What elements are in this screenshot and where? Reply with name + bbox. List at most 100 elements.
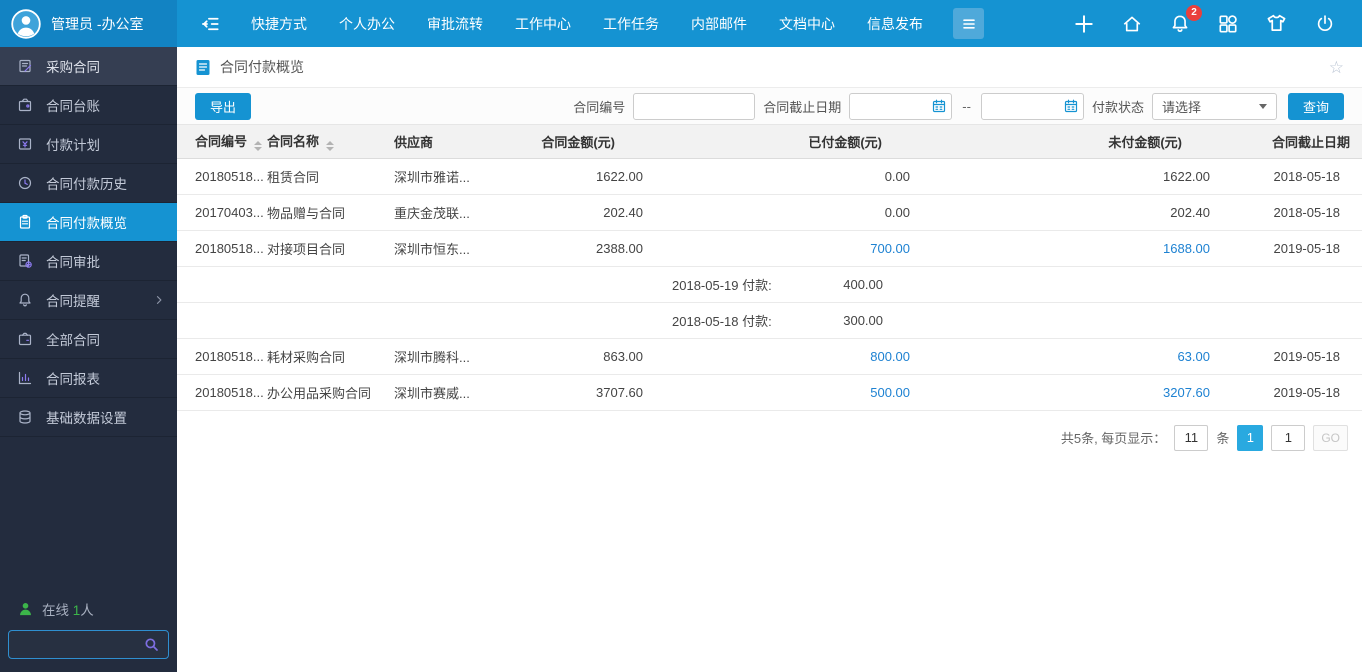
contract-no-input[interactable] — [633, 92, 756, 120]
topnav-item-7[interactable]: 信息发布 — [851, 14, 939, 34]
amount-link[interactable]: 3207.60 — [1163, 385, 1210, 400]
filters: 合同编号 合同截止日期 -- 付款状态 请选择 查询 — [573, 92, 1344, 120]
contract-no-label: 合同编号 — [573, 99, 626, 115]
sort-icon[interactable] — [326, 141, 335, 152]
topnav-item-5[interactable]: 内部邮件 — [675, 14, 763, 34]
online-label: 在线 1人 — [42, 603, 94, 618]
sidebar: 采购合同 合同台账 付款计划合同付款历史合同付款概览合同审批合同提醒 全部合同 合同报表… — [0, 47, 177, 672]
cell-deadline: 2019-05-18 — [1210, 230, 1362, 267]
cell-deadline: 2018-05-18 — [1210, 158, 1362, 195]
payment-detail-row: 2018-05-18 付款: 300.00 — [177, 302, 1362, 339]
clock-icon — [17, 175, 33, 191]
deadline-to-field — [980, 92, 1084, 120]
topnav-item-3[interactable]: 工作中心 — [499, 14, 587, 34]
amount-link[interactable]: 63.00 — [1177, 349, 1210, 364]
amount-link[interactable]: 1688.00 — [1163, 241, 1210, 256]
topnav-item-6[interactable]: 文档中心 — [763, 14, 851, 34]
sidebar-menu: 采购合同 合同台账 付款计划合同付款历史合同付款概览合同审批合同提醒 全部合同 合同报表… — [0, 47, 177, 437]
sidebar-item-9[interactable]: 基础数据设置 — [0, 398, 177, 437]
chevron-down-icon — [1258, 103, 1267, 109]
cell-contract-no: 20170403... — [177, 194, 267, 231]
briefcase-icon — [17, 331, 33, 347]
app-window: 管理员 -办公室 快捷方式 个人办公 审批流转 工作中心 工作任务 内部邮件 文档中心 信息发… — [0, 0, 1362, 672]
user-info[interactable]: 管理员 -办公室 — [0, 0, 177, 47]
column-header-1[interactable]: 合同名称 — [267, 125, 394, 159]
goto-page-input[interactable] — [1271, 424, 1306, 451]
filter-bar: 导出 合同编号 合同截止日期 -- 付款状态 请选择 查询 — [177, 88, 1362, 125]
bell-icon[interactable]: 2 — [1169, 4, 1202, 35]
go-button[interactable]: GO — [1313, 424, 1348, 451]
search-icon[interactable] — [144, 637, 160, 653]
sidebar-item-3[interactable]: 合同付款历史 — [0, 164, 177, 203]
status-label: 付款状态 — [1091, 99, 1144, 115]
cell-paid: 0.00 — [643, 158, 910, 195]
table-row[interactable]: 20180518... 租赁合同 深圳市雅诺... 1622.00 0.00 1622.0… — [177, 158, 1362, 195]
sidebar-item-8[interactable]: 合同报表 — [0, 359, 177, 398]
table-row[interactable]: 20170403... 物品赠与合同 重庆金茂联... 202.40 0.00 202.4… — [177, 194, 1362, 231]
cell-contract-no: 20180518... — [177, 230, 267, 267]
apps-icon[interactable] — [1217, 13, 1239, 35]
sidebar-item-4[interactable]: 合同付款概览 — [0, 203, 177, 242]
sidebar-search-input[interactable] — [17, 637, 144, 652]
page-size-input[interactable] — [1174, 424, 1209, 451]
sidebar-bottom: 在线 1人 — [0, 599, 177, 672]
clipboard-icon — [17, 214, 33, 230]
sidebar-item-1[interactable]: 合同台账 — [0, 86, 177, 125]
payment-detail-row: 2018-05-19 付款: 400.00 — [177, 266, 1362, 303]
column-header-0[interactable]: 合同编号 — [177, 125, 267, 159]
payment-status-select[interactable]: 请选择 — [1151, 92, 1277, 120]
sidebar-item-6[interactable]: 合同提醒 — [0, 281, 177, 320]
amount-link[interactable]: 500.00 — [870, 385, 910, 400]
home-icon[interactable] — [1121, 13, 1143, 35]
table-body: 20180518... 租赁合同 深圳市雅诺... 1622.00 0.00 1622.0… — [177, 158, 1362, 411]
plus-icon[interactable] — [1073, 13, 1095, 35]
sidebar-item-7[interactable]: 全部合同 — [0, 320, 177, 359]
cell-unpaid: 202.40 — [910, 194, 1210, 231]
export-button[interactable]: 导出 — [195, 92, 252, 120]
column-header-4: 已付金额(元) — [643, 125, 910, 159]
amount-link[interactable]: 800.00 — [870, 349, 910, 364]
amount-link[interactable]: 700.00 — [870, 241, 910, 256]
cell-amount: 2388.00 — [495, 230, 643, 267]
chevron-right-icon — [153, 294, 165, 306]
payment-plan-icon — [17, 136, 33, 152]
sidebar-item-label: 基础数据设置 — [46, 411, 127, 426]
pagination-total-text: 共5条, 每页显示： — [1060, 431, 1167, 446]
calendar-icon[interactable] — [932, 99, 946, 113]
main-content: 合同付款概览 ☆ 导出 合同编号 合同截止日期 -- 付款状态 请选择 查询 合… — [177, 47, 1362, 672]
topbar: 管理员 -办公室 快捷方式 个人办公 审批流转 工作中心 工作任务 内部邮件 文档中心 信息发… — [0, 0, 1362, 47]
current-page-button[interactable]: 1 — [1237, 424, 1264, 451]
sidebar-collapse-icon[interactable] — [199, 13, 221, 35]
power-icon[interactable] — [1314, 13, 1336, 35]
cell-deadline: 2019-05-18 — [1210, 338, 1362, 375]
page-title-icon — [195, 59, 211, 76]
table-row[interactable]: 20180518... 对接项目合同 深圳市恒东... 2388.00 700.00 16… — [177, 230, 1362, 267]
table-row[interactable]: 20180518... 耗材采购合同 深圳市腾科... 863.00 800.00 63.… — [177, 338, 1362, 375]
table-header-row: 合同编号 合同名称 供应商 合同金额(元) 已付金额(元) 未付金额(元) 合同截止日期 — [177, 125, 1362, 159]
cell-supplier: 深圳市雅诺... — [394, 158, 495, 195]
topbar-nav: 快捷方式 个人办公 审批流转 工作中心 工作任务 内部邮件 文档中心 信息发布 — [235, 14, 939, 34]
calendar-icon[interactable] — [1064, 99, 1078, 113]
sidebar-item-label: 合同付款历史 — [46, 177, 127, 192]
table-row[interactable]: 20180518... 办公用品采购合同 深圳市赛威... 3707.60 500.00… — [177, 374, 1362, 411]
topnav-item-2[interactable]: 审批流转 — [411, 14, 499, 34]
chart-icon — [17, 370, 33, 386]
cell-amount: 202.40 — [495, 194, 643, 231]
sidebar-item-label: 合同审批 — [46, 255, 100, 270]
more-menu-icon[interactable] — [953, 8, 984, 39]
sort-icon[interactable] — [254, 141, 263, 152]
topnav-item-0[interactable]: 快捷方式 — [235, 14, 323, 34]
deadline-label: 合同截止日期 — [763, 99, 842, 115]
cell-unpaid: 1688.00 — [910, 230, 1210, 267]
topnav-item-1[interactable]: 个人办公 — [323, 14, 411, 34]
cell-amount: 1622.00 — [495, 158, 643, 195]
sidebar-item-5[interactable]: 合同审批 — [0, 242, 177, 281]
deadline-from-field — [849, 92, 953, 120]
cell-deadline: 2018-05-18 — [1210, 194, 1362, 231]
sidebar-item-0[interactable]: 采购合同 — [0, 47, 177, 86]
favorite-star-icon[interactable]: ☆ — [1329, 59, 1344, 76]
theme-shirt-icon[interactable] — [1265, 12, 1288, 35]
query-button[interactable]: 查询 — [1287, 92, 1344, 120]
sidebar-item-2[interactable]: 付款计划 — [0, 125, 177, 164]
topnav-item-4[interactable]: 工作任务 — [587, 14, 675, 34]
